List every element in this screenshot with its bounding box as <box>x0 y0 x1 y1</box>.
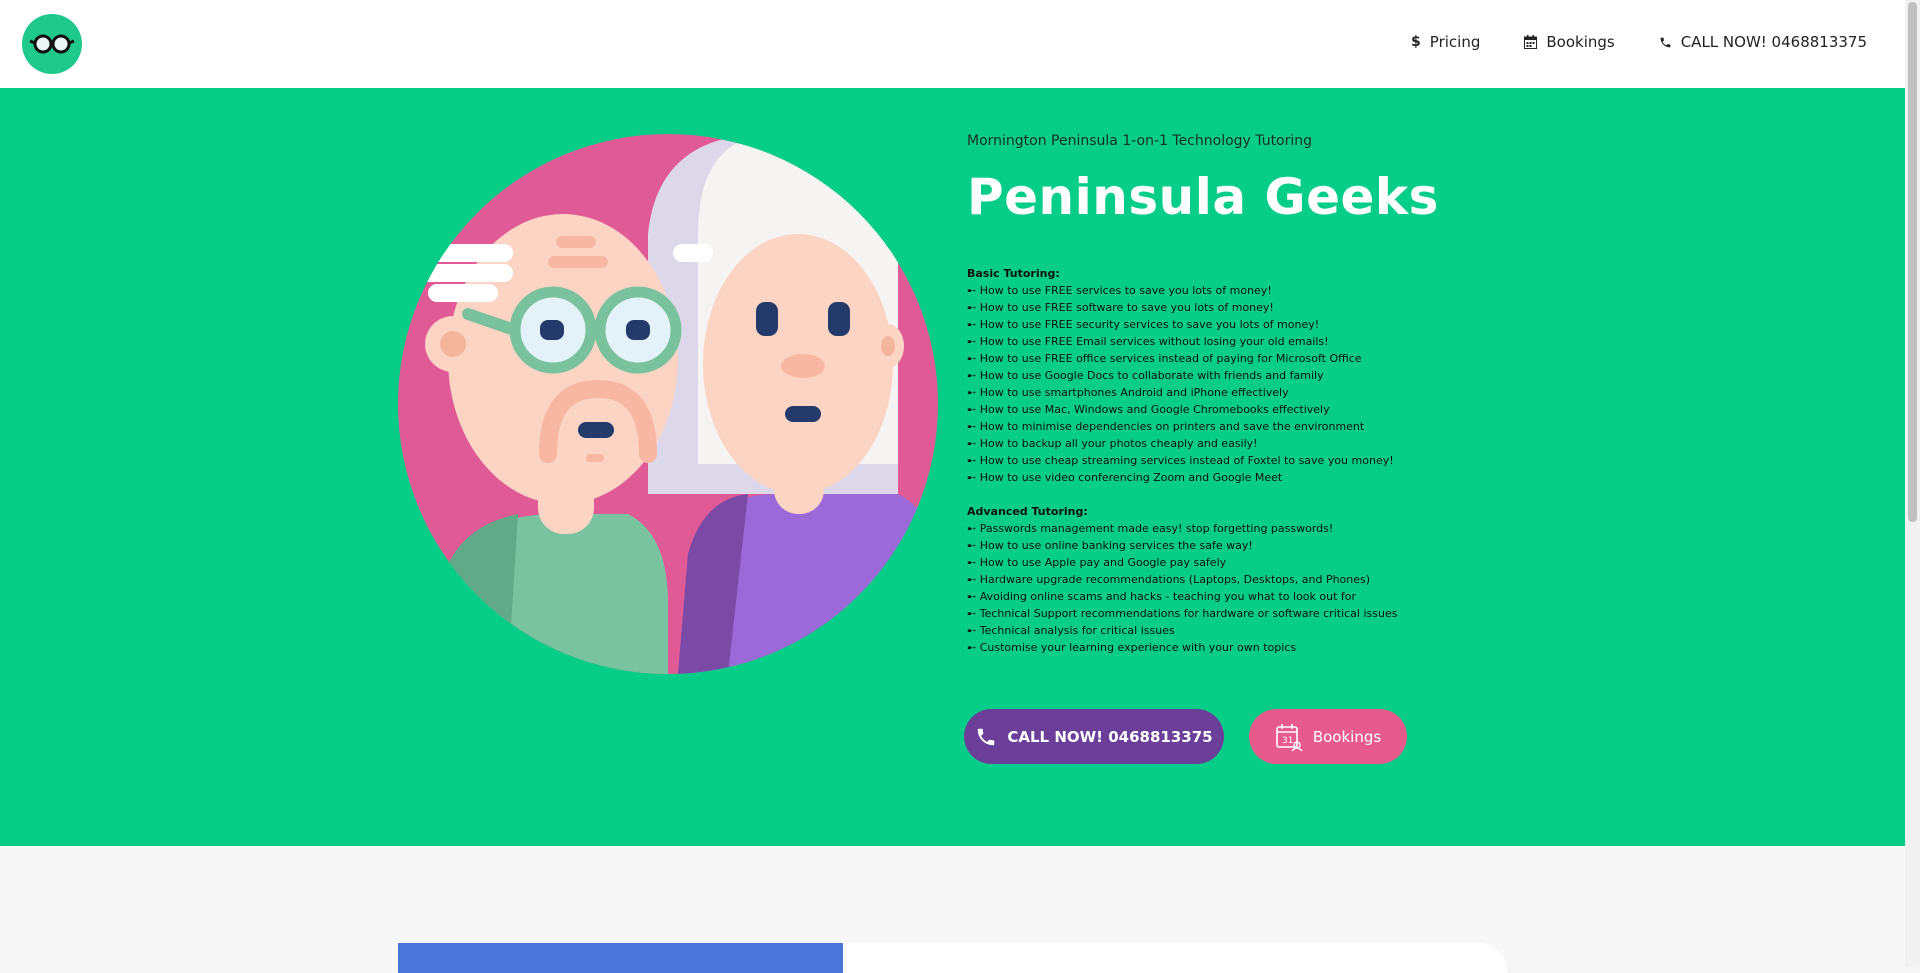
dollar-icon: $ <box>1411 34 1421 50</box>
calendar-icon: 31 <box>1276 723 1303 751</box>
phone-icon <box>978 728 995 745</box>
list-item: ➸ How to use Google Docs to collaborate … <box>967 369 1324 382</box>
nav-call-label: CALL NOW! 0468813375 <box>1680 33 1867 51</box>
page-scrollbar[interactable] <box>1905 0 1920 967</box>
site-header: $ Pricing Bookings CALL NOW! 0468813375 <box>0 0 1905 88</box>
content-section <box>0 846 1905 973</box>
basic-tutoring-heading: Basic Tutoring: <box>967 267 1060 280</box>
list-item: ➸ Technical analysis for critical issues <box>967 624 1175 637</box>
list-item: ➸ Customise your learning experience wit… <box>967 641 1297 654</box>
list-item: ➸ How to use FREE software to save you l… <box>967 301 1274 314</box>
nav-pricing[interactable]: $ Pricing <box>1411 33 1480 51</box>
nav-call[interactable]: CALL NOW! 0468813375 <box>1659 33 1867 51</box>
list-item: ➸ How to use FREE services to save you l… <box>967 284 1272 297</box>
list-item: ➸ How to use video conferencing Zoom and… <box>967 471 1283 484</box>
list-item: ➸ Passwords management made easy! stop f… <box>967 522 1334 535</box>
basic-tutoring-list: ➸ How to use FREE services to save you l… <box>967 282 1397 486</box>
bookings-label: Bookings <box>1312 727 1382 746</box>
hero-eyebrow: Mornington Peninsula 1-on-1 Technology T… <box>967 133 1313 149</box>
list-item: ➸ How to use FREE office services instea… <box>967 352 1362 365</box>
feature-card-blue <box>398 943 843 973</box>
logo[interactable] <box>22 14 82 74</box>
call-now-button[interactable]: CALL NOW! 0468813375 <box>964 709 1224 764</box>
services-list: Basic Tutoring: ➸ How to use FREE servic… <box>967 265 1397 656</box>
list-item: ➸ Technical Support recommendations for … <box>967 607 1398 620</box>
list-item: ➸ How to use cheap streaming services in… <box>967 454 1394 467</box>
calendar-badge: 31 <box>1282 736 1293 746</box>
list-item: ➸ How to use Apple pay and Google pay sa… <box>967 556 1227 569</box>
list-item: ➸ How to use smartphones Android and iPh… <box>967 386 1289 399</box>
call-now-label: CALL NOW! 0468813375 <box>1007 727 1213 746</box>
scrollbar-thumb[interactable] <box>1908 2 1917 522</box>
advanced-tutoring-list: ➸ Passwords management made easy! stop f… <box>967 520 1397 656</box>
list-item: ➸ How to use FREE Email services without… <box>967 335 1329 348</box>
page-title: Peninsula Geeks <box>967 168 1439 226</box>
nav-bookings[interactable]: Bookings <box>1524 33 1615 51</box>
glasses-icon <box>29 34 75 54</box>
list-item: ➸ Avoiding online scams and hacks - teac… <box>967 590 1357 603</box>
list-item: ➸ How to use Mac, Windows and Google Chr… <box>967 403 1330 416</box>
list-item: ➸ Hardware upgrade recommendations (Lapt… <box>967 573 1371 586</box>
calendar-icon <box>1524 35 1538 49</box>
seniors-illustration <box>398 134 938 674</box>
feature-card-white <box>843 943 1507 973</box>
nav-pricing-label: Pricing <box>1429 33 1481 51</box>
advanced-tutoring-heading: Advanced Tutoring: <box>967 505 1088 518</box>
bookings-button[interactable]: 31 Bookings <box>1249 709 1407 764</box>
list-item: ➸ How to use online banking services the… <box>967 539 1253 552</box>
hero-section: Mornington Peninsula 1-on-1 Technology T… <box>0 88 1905 846</box>
list-item: ➸ How to backup all your photos cheaply … <box>967 437 1258 450</box>
main-nav: $ Pricing Bookings CALL NOW! 0468813375 <box>1411 33 1867 51</box>
phone-icon <box>1660 37 1671 47</box>
list-item: ➸ How to minimise dependencies on printe… <box>967 420 1365 433</box>
nav-bookings-label: Bookings <box>1546 33 1615 51</box>
list-item: ➸ How to use FREE security services to s… <box>967 318 1320 331</box>
